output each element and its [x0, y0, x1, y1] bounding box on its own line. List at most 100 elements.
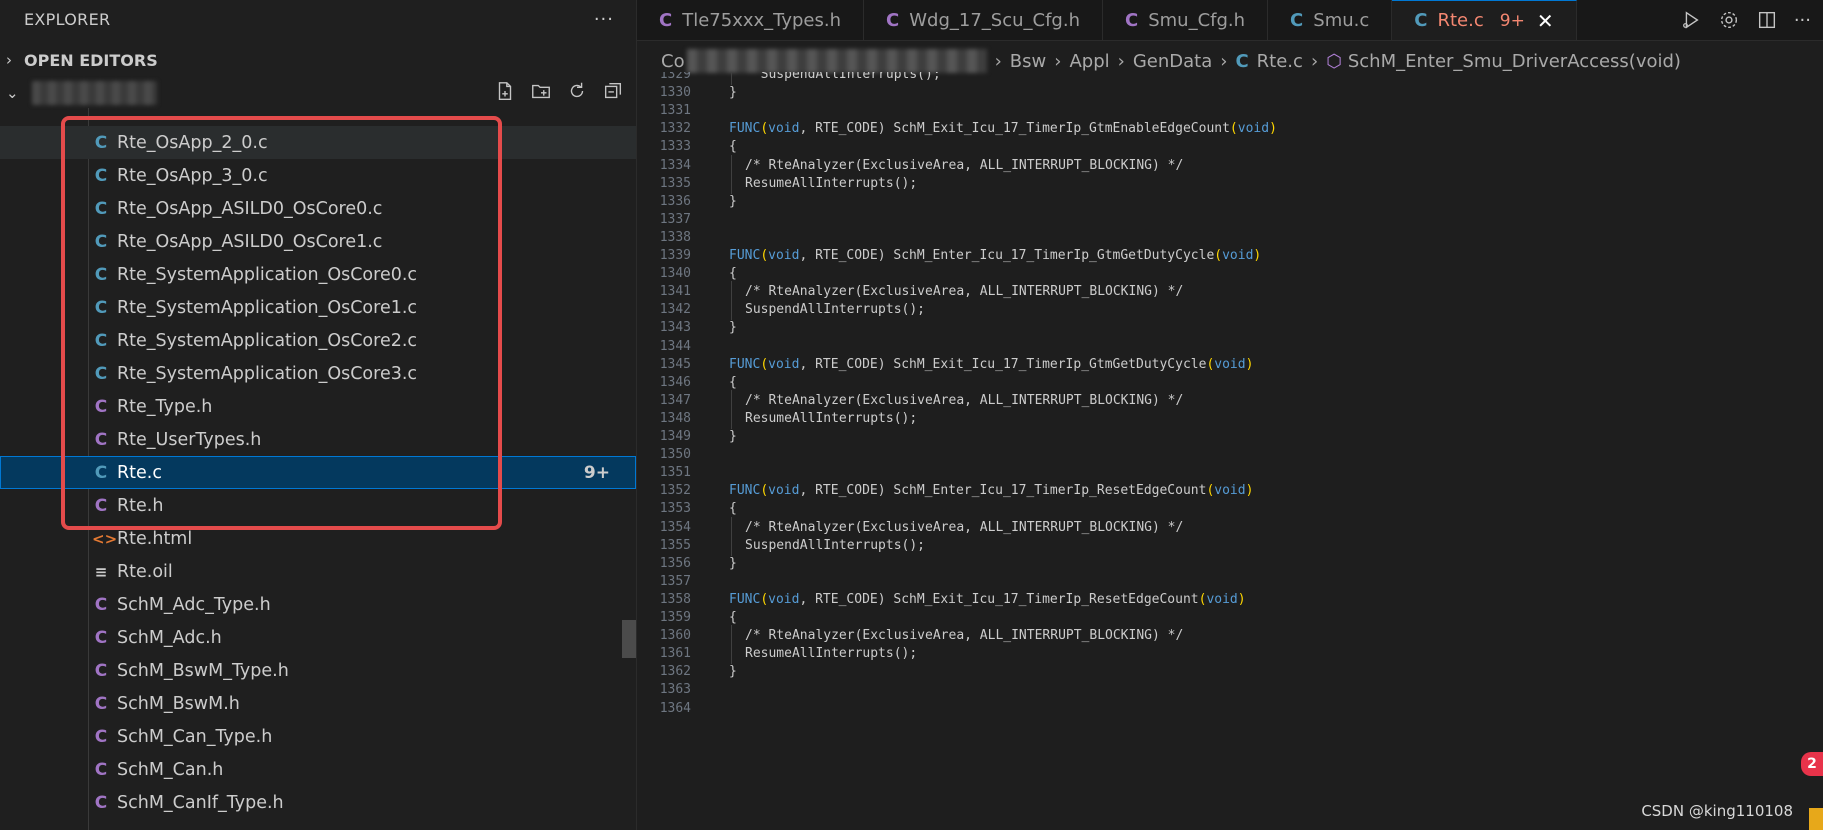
tab-label: Rte.c: [1437, 10, 1484, 31]
token-type: void: [768, 248, 800, 263]
tab-label: Smu_Cfg.h: [1148, 9, 1246, 31]
h-file-icon: C: [94, 693, 108, 714]
h-file-icon: C: [94, 660, 108, 681]
line-number: 1364: [659, 700, 691, 716]
tab-bar: C Tle75xxx_Types.h C Wdg_17_Scu_Cfg.h C Smu_C…: [637, 0, 1823, 41]
token-paren: (: [760, 591, 769, 607]
tree-item-label: SchM_Can.h: [117, 759, 224, 780]
more-editor-actions-icon[interactable]: ···: [1794, 10, 1811, 31]
editor-area: C Tle75xxx_Types.h C Wdg_17_Scu_Cfg.h C Smu_C…: [637, 0, 1823, 830]
project-actions: [494, 80, 624, 102]
token-text: , RTE_CODE): [799, 121, 894, 137]
settings-gear-icon[interactable]: [1718, 9, 1740, 31]
editor-tab[interactable]: C Smu_Cfg.h: [1102, 0, 1269, 40]
token-type: void: [768, 356, 800, 372]
tab-label: Wdg_17_Scu_Cfg.h: [909, 9, 1080, 31]
token-macro: FUNC: [729, 121, 761, 137]
breadcrumb-symbol[interactable]: SchM_Enter_Smu_DriverAccess(void): [1348, 51, 1681, 72]
tab-label: Smu.c: [1313, 9, 1370, 31]
sidebar-scrollbar[interactable]: [622, 620, 636, 658]
token-type: void: [768, 121, 800, 137]
editor-tab[interactable]: C Tle75xxx_Types.h: [637, 0, 865, 40]
token-paren: (: [760, 483, 769, 499]
code-line: 1364: [637, 698, 1823, 719]
breadcrumb-separator-icon: ›: [1220, 50, 1228, 72]
breadcrumb-first[interactable]: Co: [661, 51, 685, 72]
new-file-icon[interactable]: [494, 80, 516, 102]
token-function-name: SchM_Exit_Icu_17_TimerIp_GtmGetDutyCycle: [893, 356, 1207, 372]
html-file-icon: <>: [92, 529, 118, 548]
new-folder-icon[interactable]: [530, 80, 552, 102]
blurred-project-name: [32, 81, 157, 105]
tree-item[interactable]: C SchM_Adc.h: [0, 621, 636, 654]
breadcrumb-file[interactable]: Rte.c: [1257, 51, 1303, 72]
tree-item[interactable]: C SchM_Adc_Type.h: [0, 588, 636, 621]
problems-badge: 2: [1801, 752, 1823, 776]
h-file-icon: C: [94, 792, 108, 813]
c-file-icon: C: [1414, 10, 1428, 31]
breadcrumb-separator-icon: ›: [1054, 50, 1062, 72]
tree-item-label: SchM_BswM_Type.h: [117, 660, 289, 681]
token-paren: (: [760, 356, 769, 372]
explorer-header: EXPLORER ···: [0, 0, 636, 38]
token-type: void: [768, 483, 800, 499]
h-file-icon: C: [659, 9, 673, 31]
token-paren: (: [1214, 248, 1223, 263]
breadcrumb-item[interactable]: Appl: [1069, 51, 1109, 72]
tree-item[interactable]: C SchM_BswM_Type.h: [0, 654, 636, 687]
token-macro: FUNC: [729, 356, 761, 372]
tree-item-label: SchM_Adc_Type.h: [117, 594, 271, 615]
token-type: void: [768, 591, 800, 607]
editor-tab[interactable]: C Smu.c: [1268, 0, 1393, 40]
tree-item[interactable]: ≡ Rte.oil: [0, 555, 636, 588]
tree-item[interactable]: C SchM_Can_Type.h: [0, 720, 636, 753]
token-type: void: [1214, 356, 1246, 372]
token-paren: (: [760, 121, 769, 137]
red-highlight-annotation: [61, 116, 502, 530]
run-debug-icon[interactable]: [1680, 9, 1702, 31]
token-type: void: [1206, 591, 1238, 607]
refresh-icon[interactable]: [566, 80, 588, 102]
editor-actions: ···: [1679, 0, 1823, 40]
chevron-right-icon: ›: [6, 51, 12, 69]
token-macro: FUNC: [729, 591, 761, 607]
split-editor-icon[interactable]: [1756, 9, 1778, 31]
tree-item-label: Rte.oil: [117, 561, 173, 582]
breadcrumb-item[interactable]: GenData: [1133, 51, 1212, 72]
token-macro: FUNC: [729, 248, 761, 263]
token-function-name: SchM_Exit_Icu_17_TimerIp_GtmEnableEdgeCo…: [893, 121, 1230, 137]
explorer-title: EXPLORER: [24, 9, 111, 29]
token-paren: ): [1253, 248, 1262, 263]
h-file-icon: C: [94, 627, 108, 648]
editor-tab[interactable]: C Rte.c 9+ ✕: [1392, 0, 1577, 40]
tree-item[interactable]: C SchM_CanIf_Type.h: [0, 786, 636, 819]
tree-item[interactable]: C SchM_Can.h: [0, 753, 636, 786]
oil-file-icon: ≡: [94, 562, 108, 581]
open-editors-label: OPEN EDITORS: [24, 50, 158, 70]
chevron-down-icon: ⌄: [6, 84, 19, 102]
close-icon[interactable]: ✕: [1537, 9, 1554, 33]
breadcrumb-separator-icon: ›: [994, 50, 1002, 72]
tree-item-label: SchM_CanIf_Type.h: [117, 792, 284, 813]
tree-item[interactable]: C SchM_BswM.h: [0, 687, 636, 720]
project-folder-section[interactable]: ⌄: [0, 76, 636, 110]
code-editor[interactable]: 1329 SuspendAllInterrupts(); 1330} 1331 133…: [637, 72, 1823, 830]
more-actions-icon[interactable]: ···: [594, 9, 614, 30]
tree-item-label: Rte.html: [117, 528, 193, 549]
token-type: void: [1214, 483, 1246, 499]
token-paren: ): [1245, 483, 1254, 499]
collapse-all-icon[interactable]: [602, 80, 624, 102]
token-text: , RTE_CODE): [799, 356, 894, 372]
tree-item-label: SchM_BswM.h: [117, 693, 240, 714]
token-paren: ): [1245, 356, 1254, 372]
h-file-icon: C: [886, 9, 900, 31]
breadcrumb-item[interactable]: Bsw: [1010, 51, 1046, 72]
explorer-sidebar: EXPLORER ··· › OPEN EDITORS ⌄ C Rte_OsApp…: [0, 0, 637, 830]
editor-tab[interactable]: C Wdg_17_Scu_Cfg.h: [864, 0, 1103, 40]
breadcrumb-parts: Bsw › Appl › GenData ›: [1010, 51, 1236, 72]
c-file-icon: C: [1235, 50, 1249, 72]
open-editors-section[interactable]: › OPEN EDITORS: [0, 43, 636, 77]
token-macro: FUNC: [729, 483, 761, 499]
breadcrumb-separator-icon: ›: [1117, 50, 1125, 72]
token-function-name: SchM_Exit_Icu_17_TimerIp_ResetEdgeCount: [893, 591, 1199, 607]
